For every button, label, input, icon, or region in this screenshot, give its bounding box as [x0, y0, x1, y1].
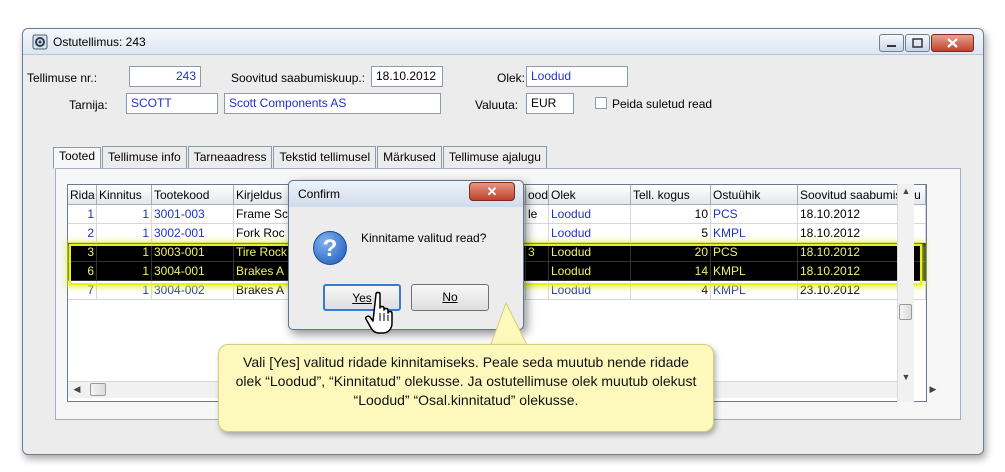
tab-tooted[interactable]: Tooted	[53, 147, 102, 169]
order-no-field[interactable]: 243	[129, 66, 201, 87]
status-label: Olek:	[497, 71, 526, 85]
supplier-code-field[interactable]: SCOTT	[126, 93, 218, 114]
grid-cell-kogus[interactable]: 10	[631, 205, 711, 224]
grid-cell-kogus[interactable]: 5	[631, 224, 711, 243]
tab-tekstid-tellimusel[interactable]: Tekstid tellimusel	[273, 146, 377, 168]
hide-closed-label: Peida suletud read	[612, 97, 713, 111]
window-title: Ostutellimus: 243	[53, 35, 146, 49]
horizontal-scroll-thumb[interactable]	[90, 383, 106, 396]
vertical-scrollbar[interactable]: ▲ ▼	[897, 184, 914, 402]
grid-cell-kirjeldus[interactable]: Frame Sc	[234, 205, 296, 224]
maximize-icon	[912, 38, 923, 48]
instruction-callout: Vali [Yes] valitud ridade kinnitamiseks.…	[218, 344, 714, 432]
order-no-label: Tellimuse nr.:	[27, 71, 98, 85]
arrival-date-label: Soovitud saabumiskuup.:	[231, 71, 366, 85]
col-header-kood[interactable]: ood	[526, 185, 549, 205]
grid-cell-olek[interactable]: Loodud	[549, 205, 631, 224]
tab-markused[interactable]: Märkused	[377, 146, 442, 168]
dialog-title: Confirm	[298, 187, 341, 201]
no-button-label: No	[442, 290, 458, 304]
supplier-label: Tarnija:	[69, 98, 108, 112]
question-icon: ?	[313, 231, 347, 265]
title-bar: Ostutellimus: 243	[23, 29, 983, 55]
callout-text: Vali [Yes] valitud ridade kinnitamiseks.…	[235, 354, 697, 408]
minimize-icon	[887, 45, 896, 47]
app-icon	[32, 34, 48, 50]
tab-bar: Tooted Tellimuse info Tarneaadress Tekst…	[53, 146, 548, 169]
grid-cell-olek[interactable]: Loodud	[549, 224, 631, 243]
col-header-kinnitus[interactable]: Kinnitus	[97, 185, 152, 205]
tab-tellimuse-info[interactable]: Tellimuse info	[102, 146, 187, 168]
no-button[interactable]: No	[411, 284, 489, 311]
grid-cell-rida[interactable]: 2	[68, 224, 97, 243]
vertical-scroll-thumb[interactable]	[899, 304, 912, 320]
scroll-left-arrow-icon[interactable]: ◀	[72, 384, 82, 395]
currency-label: Valuuta:	[475, 98, 519, 112]
callout-pointer	[489, 301, 529, 348]
scroll-right-arrow-icon[interactable]: ▶	[928, 384, 938, 395]
dialog-title-bar: Confirm ✕	[289, 181, 523, 207]
grid-cell-ood[interactable]	[526, 224, 549, 243]
grid-cell-yhik[interactable]: KMPL	[711, 224, 798, 243]
close-icon: ✕	[486, 184, 498, 199]
arrival-date-field[interactable]: 18.10.2012	[371, 66, 443, 87]
supplier-name-field[interactable]: Scott Components AS	[224, 93, 441, 114]
hand-cursor-icon	[365, 291, 393, 334]
grid-cell-yhik[interactable]: PCS	[711, 205, 798, 224]
grid-cell-kinnitus[interactable]: 1	[97, 205, 152, 224]
tab-tellimuse-ajalugu[interactable]: Tellimuse ajalugu	[442, 146, 547, 168]
scroll-down-arrow-icon[interactable]: ▼	[900, 372, 912, 382]
col-header-ostuyhik[interactable]: Ostuühik	[711, 185, 798, 205]
currency-field[interactable]: EUR	[526, 93, 574, 114]
close-button[interactable]	[931, 34, 974, 52]
status-field: Loodud	[526, 66, 628, 87]
dialog-message: Kinnitame valitud read?	[361, 231, 487, 245]
tab-tarneaadress[interactable]: Tarneaadress	[187, 146, 273, 168]
col-header-rida[interactable]: Rida	[68, 185, 97, 205]
col-header-kirjeldus[interactable]: Kirjeldus	[234, 185, 296, 205]
col-header-tootekood[interactable]: Tootekood	[152, 185, 234, 205]
close-icon	[947, 38, 958, 48]
dialog-close-button[interactable]: ✕	[469, 182, 515, 201]
col-header-olek[interactable]: Olek	[549, 185, 631, 205]
minimize-button[interactable]	[879, 34, 904, 52]
grid-cell-kood[interactable]: 3001-003	[152, 205, 234, 224]
grid-cell-kinnitus[interactable]: 1	[97, 224, 152, 243]
grid-cell-ood[interactable]: le	[526, 205, 549, 224]
maximize-button[interactable]	[905, 34, 930, 52]
col-header-tell-kogus[interactable]: Tell. kogus	[631, 185, 711, 205]
grid-cell-kirjeldus[interactable]: Fork Roc	[234, 224, 296, 243]
grid-cell-rida[interactable]: 1	[68, 205, 97, 224]
scroll-up-arrow-icon[interactable]: ▲	[900, 186, 912, 196]
grid-cell-kood[interactable]: 3002-001	[152, 224, 234, 243]
hide-closed-checkbox[interactable]	[595, 97, 607, 109]
